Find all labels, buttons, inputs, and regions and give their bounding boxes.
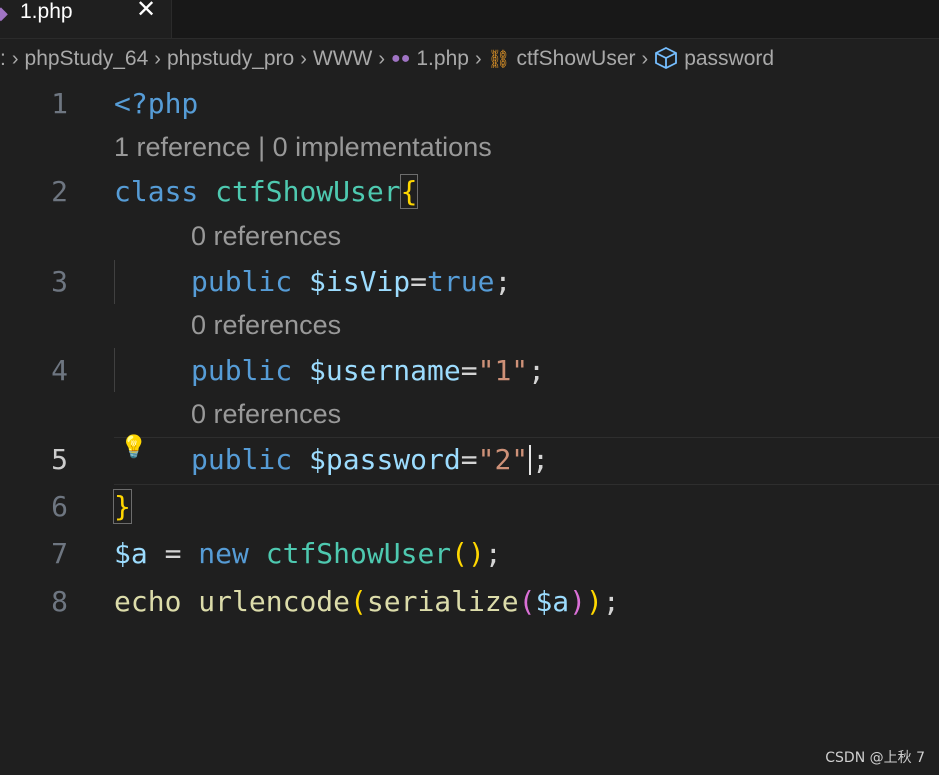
semicolon: ; [532,443,550,476]
parens: () [451,537,485,570]
chevron-right-icon: › [378,47,386,70]
variable: $a [535,585,570,618]
php-open-tag: <?php [114,87,199,120]
breadcrumb-www[interactable]: WWW [313,47,372,71]
semicolon: ; [484,537,502,570]
codelens-references[interactable]: 0 references [191,310,341,341]
text-cursor [529,445,532,475]
property-icon [654,46,678,73]
line-number: 4 [51,354,68,387]
indent-guide [114,348,115,392]
code-line-2: class ctfShowUser{ [114,174,419,209]
function-name: urlencode [198,585,351,618]
keyword: public [191,443,293,476]
code-line-1: <?php [114,87,198,120]
chevron-right-icon: › [154,47,161,70]
breadcrumb-phpstudy-pro[interactable]: phpstudy_pro [167,47,294,71]
keyword: class [114,175,199,208]
line-number: 8 [51,585,68,618]
code-line-5: public $password="2"; [191,443,549,476]
breadcrumb: : › phpStudy_64 › phpstudy_pro › WWW › ●… [0,40,939,78]
open-paren: ( [518,585,536,618]
class-name: ctfShowUser [265,537,452,570]
operator: = [460,443,478,476]
code-line-3: public $isVip=true; [191,265,511,298]
line-number: 7 [51,537,68,570]
code-line-4: public $username="1"; [191,354,545,387]
breadcrumb-file[interactable]: 1.php [416,47,469,71]
keyword: public [191,354,293,387]
semicolon: ; [528,354,546,387]
code-line-6: } [113,489,132,524]
codelens-references[interactable]: 1 reference | 0 implementations [114,132,492,163]
breadcrumb-class[interactable]: ctfShowUser [516,47,635,71]
function-name: serialize [366,585,519,618]
class-name: ctfShowUser [215,175,401,208]
tab-label: 1.php [20,0,73,23]
close-brace: } [113,489,132,524]
literal: true [427,265,495,298]
codelens-references[interactable]: 0 references [191,221,341,252]
editor-tab-bar: ◆ 1.php ✕ [0,0,939,39]
class-icon: ⛓ [487,48,511,69]
codelens-references[interactable]: 0 references [191,399,341,430]
indent-guide [114,260,115,304]
operator: = [147,537,199,570]
open-paren: ( [350,585,367,618]
chevron-right-icon: › [11,47,19,70]
code-line-8: echo urlencode(serialize($a)); [114,585,620,618]
keyword: public [191,265,293,298]
echo-keyword: echo [114,585,182,618]
line-number-active: 5 [51,443,68,476]
line-number: 3 [51,265,68,298]
code-editor[interactable]: 1 2 3 4 5 6 7 8 💡 <?php 1 reference | 0 … [0,80,939,775]
breadcrumb-phpstudy64[interactable]: phpStudy_64 [25,47,149,71]
operator: = [410,265,428,298]
chevron-right-icon: › [641,47,649,70]
code-line-7: $a = new ctfShowUser(); [114,537,502,570]
line-number: 2 [51,175,68,208]
close-icon[interactable]: ✕ [136,0,156,22]
breadcrumb-drive[interactable]: : [0,47,6,71]
property-name: $isVip [309,265,411,298]
watermark: CSDN @上秋 7 [825,750,925,766]
php-elephant-icon: ◆ [0,3,8,23]
close-paren: ) [569,585,587,618]
keyword: new [198,537,249,570]
chevron-right-icon: › [474,47,482,70]
string-literal: "1" [477,354,529,387]
php-elephant-icon: ●● [391,50,411,67]
property-name: $username [309,354,461,387]
chevron-right-icon: › [300,47,307,70]
tab-1-php[interactable]: ◆ 1.php ✕ [0,0,172,38]
line-number: 6 [51,490,68,523]
variable: $a [114,537,148,570]
semicolon: ; [494,265,512,298]
breadcrumb-property[interactable]: password [684,47,774,71]
line-number: 1 [51,87,68,120]
string-literal: "2" [477,443,529,476]
close-paren: ) [586,585,603,618]
lightbulb-icon[interactable]: 💡 [120,435,147,460]
open-brace: { [399,174,419,209]
operator: = [460,354,478,387]
semicolon: ; [602,585,620,618]
property-name: $password [309,443,461,476]
